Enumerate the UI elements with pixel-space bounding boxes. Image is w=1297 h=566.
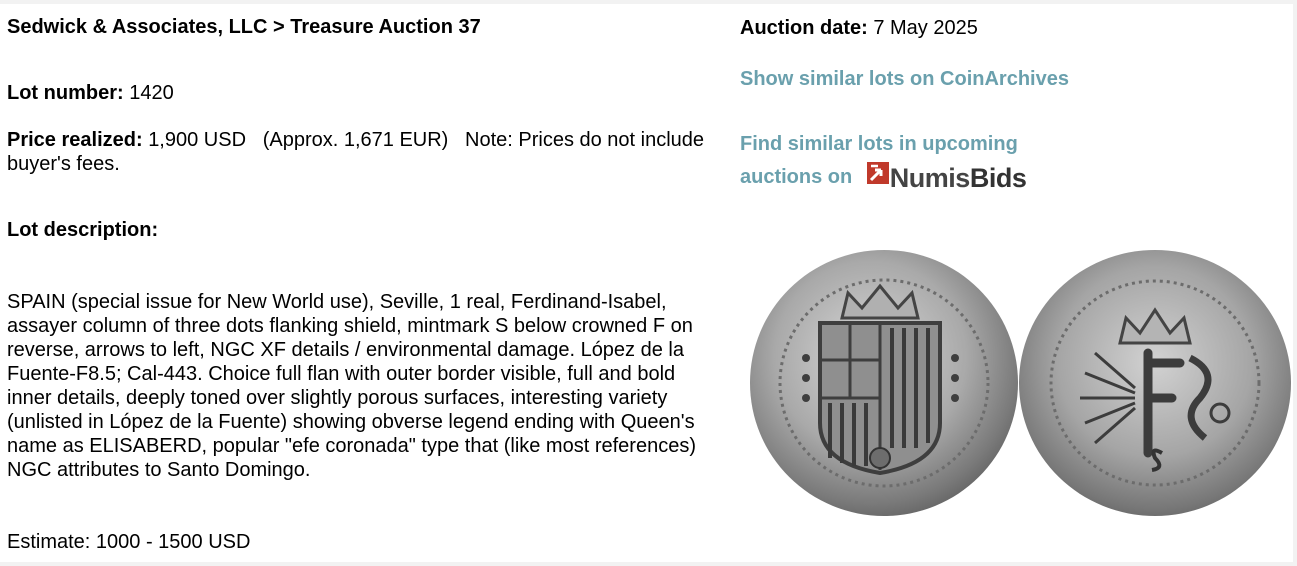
breadcrumb: Sedwick & Associates, LLC > Treasure Auc… (7, 16, 481, 39)
coin-reverse-image (1019, 250, 1291, 516)
price-realized: Price realized: 1,900 USD (Approx. 1,671… (7, 128, 719, 176)
numisbids-logo[interactable]: NumisBids (866, 161, 1027, 193)
price-value: 1,900 USD (148, 129, 247, 151)
show-similar-coinarchives-link[interactable]: Show similar lots on CoinArchives (740, 63, 1069, 96)
coin-obverse-image (750, 250, 1018, 516)
estimate: Estimate: 1000 - 1500 USD (7, 531, 251, 553)
lot-number-label: Lot number: (7, 82, 124, 104)
auction-date-value: 7 May 2025 (873, 17, 978, 39)
auction-date-label: Auction date: (740, 17, 868, 39)
price-approx: (Approx. 1,671 EUR) (262, 129, 449, 151)
coin-photo[interactable] (750, 248, 1295, 528)
auction-date: Auction date: 7 May 2025 (740, 16, 978, 40)
lot-number-value: 1420 (129, 82, 174, 104)
find-similar-numisbids-link[interactable]: Find similar lots in upcoming auctions o… (740, 128, 1080, 194)
breadcrumb-auction-house[interactable]: Sedwick & Associates, LLC (7, 16, 267, 38)
numisbids-arrow-icon (866, 162, 889, 184)
lot-description: SPAIN (special issue for New World use),… (7, 291, 696, 481)
breadcrumb-auction[interactable]: Treasure Auction 37 (290, 16, 480, 38)
lot-page: Sedwick & Associates, LLC > Treasure Auc… (0, 4, 1293, 562)
price-label: Price realized: (7, 129, 143, 151)
numisbids-wordmark: NumisBids (889, 163, 1027, 193)
lot-number: Lot number: 1420 (7, 81, 174, 105)
breadcrumb-separator: > (273, 16, 285, 38)
description-heading: Lot description: (7, 219, 159, 241)
